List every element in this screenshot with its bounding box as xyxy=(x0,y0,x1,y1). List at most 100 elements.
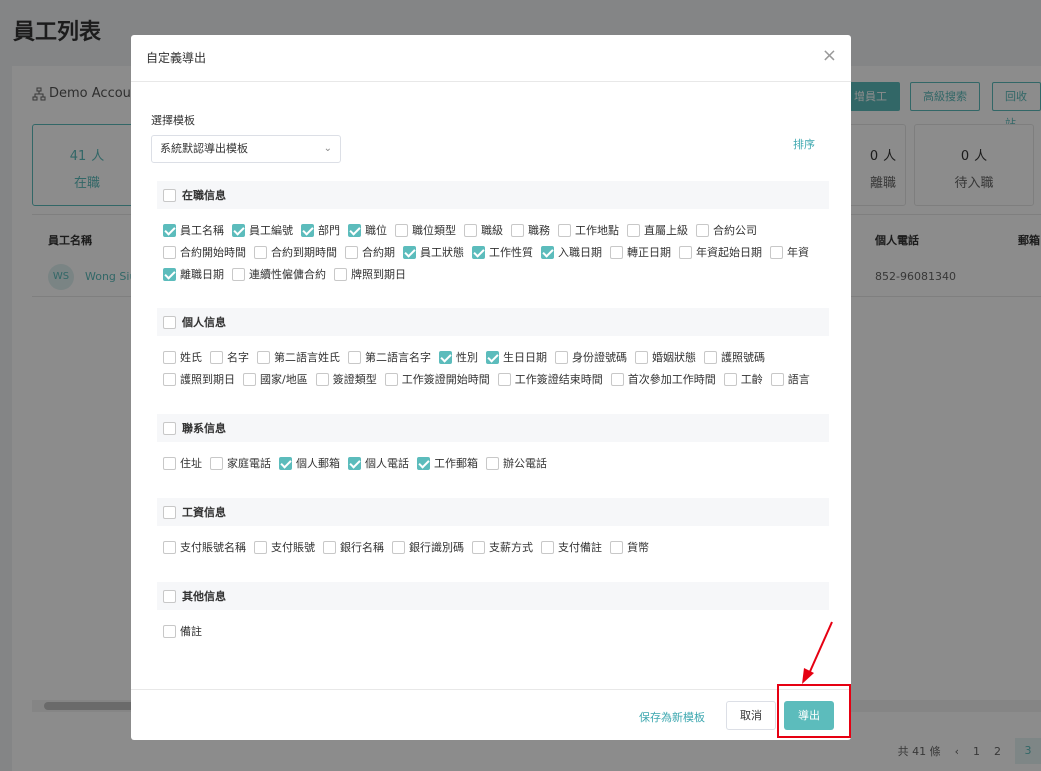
field-option[interactable]: 銀行名稱 xyxy=(323,536,384,558)
field-option[interactable]: 合約公司 xyxy=(696,219,757,241)
field-checkbox[interactable] xyxy=(163,372,176,386)
field-checkbox[interactable] xyxy=(696,223,709,237)
field-option[interactable]: 支付賬號名稱 xyxy=(163,536,246,558)
field-option[interactable]: 職務 xyxy=(511,219,550,241)
field-checkbox[interactable] xyxy=(345,245,358,259)
field-option[interactable]: 國家/地區 xyxy=(243,368,308,390)
field-checkbox[interactable] xyxy=(254,245,267,259)
field-checkbox[interactable] xyxy=(486,456,499,470)
field-option[interactable]: 入職日期 xyxy=(541,241,602,263)
field-checkbox[interactable] xyxy=(163,267,176,281)
field-option[interactable]: 名字 xyxy=(210,346,249,368)
cancel-button[interactable]: 取消 xyxy=(726,701,776,730)
field-option[interactable]: 工作地點 xyxy=(558,219,619,241)
field-option[interactable]: 工作郵箱 xyxy=(417,452,478,474)
field-checkbox[interactable] xyxy=(464,223,477,237)
field-option[interactable]: 合約期 xyxy=(345,241,395,263)
field-option[interactable]: 合約到期時間 xyxy=(254,241,337,263)
field-checkbox[interactable] xyxy=(472,245,485,259)
field-option[interactable]: 合約開始時間 xyxy=(163,241,246,263)
field-option[interactable]: 身份證號碼 xyxy=(555,346,627,368)
field-option[interactable]: 個人電話 xyxy=(348,452,409,474)
field-checkbox[interactable] xyxy=(232,267,245,281)
field-checkbox[interactable] xyxy=(163,540,176,554)
field-checkbox[interactable] xyxy=(723,372,737,386)
field-checkbox[interactable] xyxy=(384,372,398,386)
field-checkbox[interactable] xyxy=(403,245,416,259)
field-checkbox[interactable] xyxy=(348,456,361,470)
section-checkbox[interactable] xyxy=(163,315,176,329)
field-checkbox[interactable] xyxy=(610,245,623,259)
section-header[interactable]: 在職信息 xyxy=(157,181,829,209)
section-header[interactable]: 其他信息 xyxy=(157,582,829,610)
field-option[interactable]: 工齡 xyxy=(723,368,763,390)
field-option[interactable]: 護照到期日 xyxy=(163,368,235,390)
field-option[interactable]: 年資起始日期 xyxy=(679,241,762,263)
field-option[interactable]: 生日日期 xyxy=(486,346,547,368)
template-select[interactable]: 系統默認導出模板 ⌄ xyxy=(151,135,341,163)
field-checkbox[interactable] xyxy=(395,223,408,237)
field-option[interactable]: 語言 xyxy=(770,368,810,390)
field-option[interactable]: 個人郵箱 xyxy=(279,452,340,474)
field-option[interactable]: 轉正日期 xyxy=(610,241,671,263)
field-option[interactable]: 簽證類型 xyxy=(315,368,377,390)
field-checkbox[interactable] xyxy=(163,456,176,470)
field-checkbox[interactable] xyxy=(315,372,329,386)
section-header[interactable]: 工資信息 xyxy=(157,498,829,526)
field-checkbox[interactable] xyxy=(348,350,361,364)
field-checkbox[interactable] xyxy=(392,540,405,554)
section-header[interactable]: 聯系信息 xyxy=(157,414,829,442)
field-checkbox[interactable] xyxy=(511,223,524,237)
field-checkbox[interactable] xyxy=(254,540,267,554)
field-option[interactable]: 銀行識別碼 xyxy=(392,536,464,558)
field-option[interactable]: 連續性僱傭合約 xyxy=(232,263,326,285)
field-checkbox[interactable] xyxy=(439,350,452,364)
field-checkbox[interactable] xyxy=(257,350,270,364)
field-option[interactable]: 職位 xyxy=(348,219,387,241)
field-checkbox[interactable] xyxy=(635,350,648,364)
field-checkbox[interactable] xyxy=(348,223,361,237)
field-option[interactable]: 支薪方式 xyxy=(472,536,533,558)
field-option[interactable]: 貨幣 xyxy=(610,536,649,558)
field-option[interactable]: 支付備註 xyxy=(541,536,602,558)
field-option[interactable]: 首次參加工作時間 xyxy=(610,368,716,390)
field-checkbox[interactable] xyxy=(610,540,623,554)
field-checkbox[interactable] xyxy=(210,350,223,364)
field-checkbox[interactable] xyxy=(627,223,640,237)
field-option[interactable]: 牌照到期日 xyxy=(334,263,406,285)
field-checkbox[interactable] xyxy=(279,456,292,470)
field-checkbox[interactable] xyxy=(417,456,430,470)
field-option[interactable]: 員工名稱 xyxy=(163,219,224,241)
field-option[interactable]: 住址 xyxy=(163,452,202,474)
field-checkbox[interactable] xyxy=(243,372,256,386)
field-option[interactable]: 工作性質 xyxy=(472,241,533,263)
field-option[interactable]: 部門 xyxy=(301,219,340,241)
sort-link[interactable]: 排序 xyxy=(793,136,815,152)
field-checkbox[interactable] xyxy=(770,245,783,259)
field-option[interactable]: 直屬上級 xyxy=(627,219,688,241)
section-checkbox[interactable] xyxy=(163,421,176,435)
field-checkbox[interactable] xyxy=(541,540,554,554)
field-checkbox[interactable] xyxy=(334,267,347,281)
field-option[interactable]: 工作簽證開始時間 xyxy=(384,368,490,390)
field-option[interactable]: 婚姻狀態 xyxy=(635,346,696,368)
field-option[interactable]: 護照號碼 xyxy=(704,346,765,368)
field-checkbox[interactable] xyxy=(497,372,511,386)
field-option[interactable]: 員工編號 xyxy=(232,219,293,241)
field-option[interactable]: 工作簽證结束時間 xyxy=(497,368,603,390)
section-checkbox[interactable] xyxy=(163,188,176,202)
field-checkbox[interactable] xyxy=(679,245,692,259)
close-icon[interactable]: × xyxy=(822,47,837,65)
field-option[interactable]: 備註 xyxy=(163,620,202,642)
field-option[interactable]: 職位類型 xyxy=(395,219,456,241)
field-checkbox[interactable] xyxy=(163,223,176,237)
field-checkbox[interactable] xyxy=(301,223,314,237)
save-as-template-link[interactable]: 保存為新模板 xyxy=(639,709,705,725)
section-header[interactable]: 個人信息 xyxy=(157,308,829,336)
field-option[interactable]: 辦公電話 xyxy=(486,452,547,474)
field-option[interactable]: 姓氏 xyxy=(163,346,202,368)
field-checkbox[interactable] xyxy=(163,624,176,638)
section-checkbox[interactable] xyxy=(163,505,176,519)
field-checkbox[interactable] xyxy=(770,372,784,386)
field-checkbox[interactable] xyxy=(558,223,571,237)
